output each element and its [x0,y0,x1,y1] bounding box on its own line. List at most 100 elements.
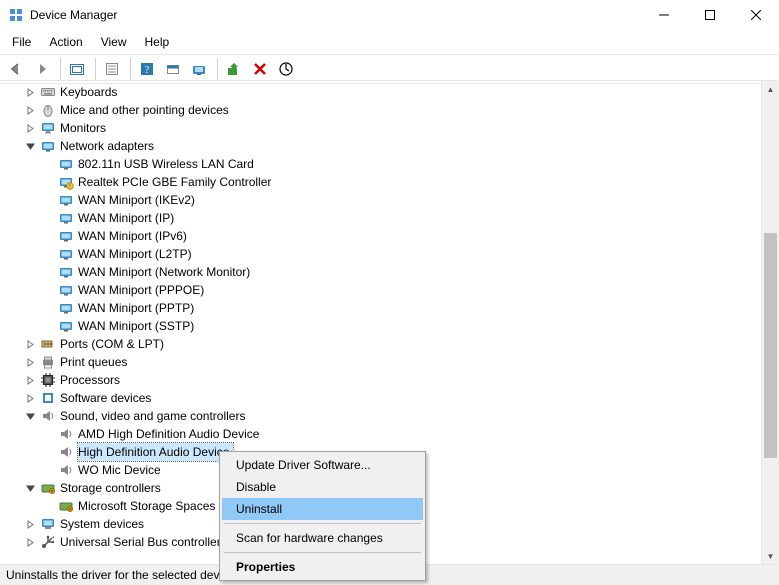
audio-icon [58,462,74,478]
expand-icon[interactable] [26,106,40,115]
close-button[interactable] [733,0,779,30]
tree-row[interactable]: WAN Miniport (SSTP) [0,317,761,335]
back-button[interactable] [4,57,28,81]
tree-row[interactable]: WAN Miniport (IKEv2) [0,191,761,209]
system-icon [40,516,56,532]
network-icon [58,192,74,208]
audio-icon [40,408,56,424]
minimize-button[interactable] [641,0,687,30]
forward-button[interactable] [30,57,54,81]
mouse-icon [40,102,56,118]
tree-row-label: WAN Miniport (Network Monitor) [78,263,254,281]
scan-hardware-button[interactable] [274,57,298,81]
tree-row-label: Processors [60,371,124,389]
context-menu-item[interactable]: Scan for hardware changes [222,527,423,549]
context-menu-separator [224,552,421,553]
vertical-scrollbar[interactable]: ▲ ▼ [761,81,779,565]
collapse-icon[interactable] [26,484,40,493]
menu-view[interactable]: View [93,33,135,51]
expand-icon[interactable] [26,520,40,529]
audio-icon [58,444,74,460]
tree-row[interactable]: WAN Miniport (PPPOE) [0,281,761,299]
svg-text:?: ? [145,65,150,76]
tree-row-label: High Definition Audio Device [78,443,233,461]
tree-row-label: Sound, video and game controllers [60,407,249,425]
tree-row-label: Realtek PCIe GBE Family Controller [78,173,275,191]
menu-help[interactable]: Help [137,33,178,51]
software-icon [40,390,56,406]
expand-icon[interactable] [26,88,40,97]
network-icon [40,138,56,154]
tree-row[interactable]: Print queues [0,353,761,371]
tree-row[interactable]: WAN Miniport (IPv6) [0,227,761,245]
keyboard-icon [40,84,56,100]
tree-row-label: WAN Miniport (IPv6) [78,227,191,245]
expand-icon[interactable] [26,394,40,403]
storage-icon [40,480,56,496]
tree-row[interactable]: WAN Miniport (L2TP) [0,245,761,263]
tree-row[interactable]: Software devices [0,389,761,407]
tree-row-label: Keyboards [60,83,121,101]
svg-text:!: ! [69,184,70,190]
tree-row[interactable]: Monitors [0,119,761,137]
toolbar-button-5[interactable] [161,57,185,81]
tree-row[interactable]: Ports (COM & LPT) [0,335,761,353]
collapse-icon[interactable] [26,142,40,151]
cpu-icon [40,372,56,388]
tree-row[interactable]: Network adapters [0,137,761,155]
menu-file[interactable]: File [4,33,39,51]
tree-row-label: AMD High Definition Audio Device [78,425,263,443]
network-icon [58,246,74,262]
scroll-thumb[interactable] [764,233,777,458]
tree-row-label: WAN Miniport (IP) [78,209,178,227]
expand-icon[interactable] [26,376,40,385]
tree-row[interactable]: ! Realtek PCIe GBE Family Controller [0,173,761,191]
tree-row[interactable]: AMD High Definition Audio Device [0,425,761,443]
context-menu-item[interactable]: Disable [222,476,423,498]
tree-row-label: WAN Miniport (PPTP) [78,299,198,317]
tree-row-label: WAN Miniport (IKEv2) [78,191,199,209]
tree-row[interactable]: WAN Miniport (Network Monitor) [0,263,761,281]
collapse-icon[interactable] [26,412,40,421]
context-menu-item[interactable]: Update Driver Software... [222,454,423,476]
uninstall-button[interactable] [248,57,272,81]
help-button[interactable]: ? [135,57,159,81]
context-menu[interactable]: Update Driver Software...DisableUninstal… [219,451,426,581]
network-badge-icon: ! [58,174,74,190]
menu-action[interactable]: Action [41,33,90,51]
tree-row[interactable]: Mice and other pointing devices [0,101,761,119]
storage-icon [58,498,74,514]
show-hidden-button[interactable] [65,57,89,81]
enable-button[interactable] [222,57,246,81]
tree-row[interactable]: WAN Miniport (PPTP) [0,299,761,317]
scroll-track[interactable] [762,98,779,548]
network-icon [58,156,74,172]
usb-icon [40,534,56,550]
tree-row[interactable]: Processors [0,371,761,389]
context-menu-item[interactable]: Uninstall [222,498,423,520]
tree-row[interactable]: Sound, video and game controllers [0,407,761,425]
network-icon [58,300,74,316]
tree-row[interactable]: 802.11n USB Wireless LAN Card [0,155,761,173]
menu-bar: FileActionViewHelp [0,30,779,55]
expand-icon[interactable] [26,124,40,133]
tree-row-label: Software devices [60,389,155,407]
expand-icon[interactable] [26,340,40,349]
update-driver-button[interactable] [187,57,211,81]
tree-row-label: WO Mic Device [78,461,165,479]
tree-row-label: System devices [60,515,148,533]
tree-row-label: Storage controllers [60,479,165,497]
scroll-up-button[interactable]: ▲ [762,81,779,98]
tree-row-label: WAN Miniport (SSTP) [78,317,198,335]
expand-icon[interactable] [26,538,40,547]
title-bar: Device Manager [0,0,779,30]
scroll-down-button[interactable]: ▼ [762,548,779,565]
properties-button[interactable] [100,57,124,81]
tree-row[interactable]: WAN Miniport (IP) [0,209,761,227]
maximize-button[interactable] [687,0,733,30]
tree-row[interactable]: Keyboards [0,83,761,101]
context-menu-item[interactable]: Properties [222,556,423,578]
expand-icon[interactable] [26,358,40,367]
network-icon [58,210,74,226]
tree-row-label: 802.11n USB Wireless LAN Card [78,155,258,173]
